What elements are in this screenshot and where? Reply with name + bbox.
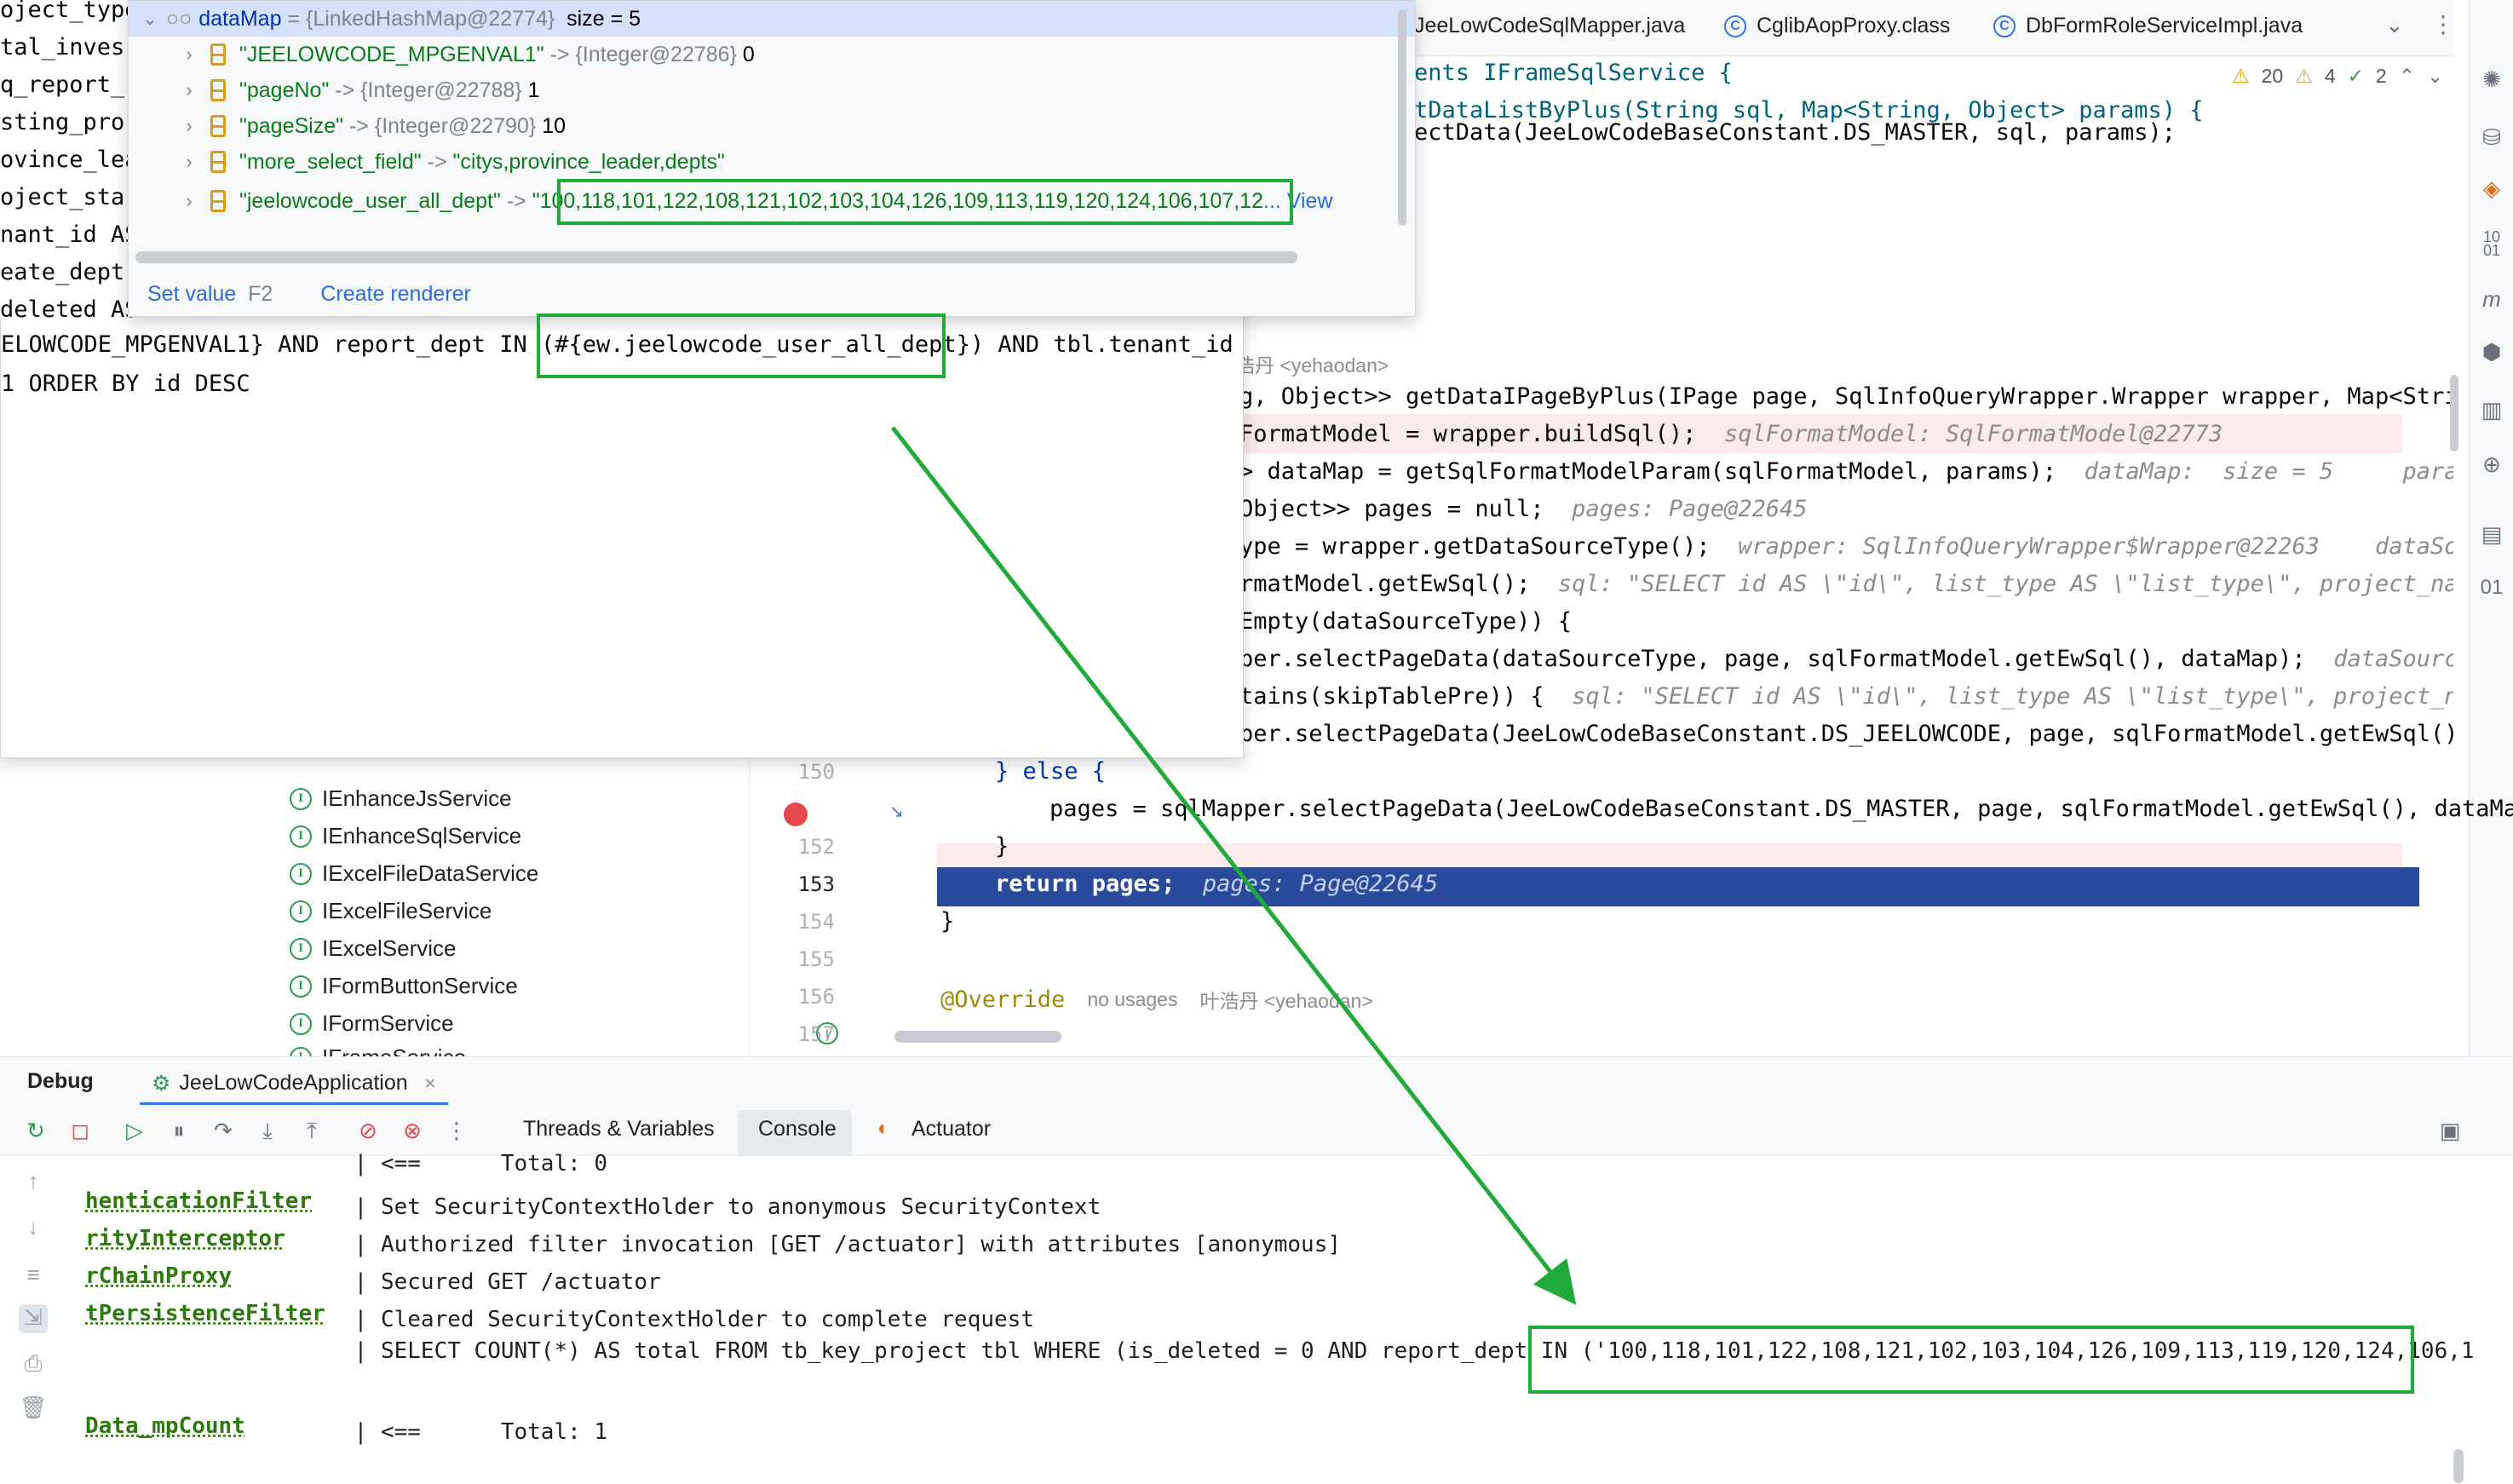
annotation-arrow: [891, 426, 1577, 1305]
